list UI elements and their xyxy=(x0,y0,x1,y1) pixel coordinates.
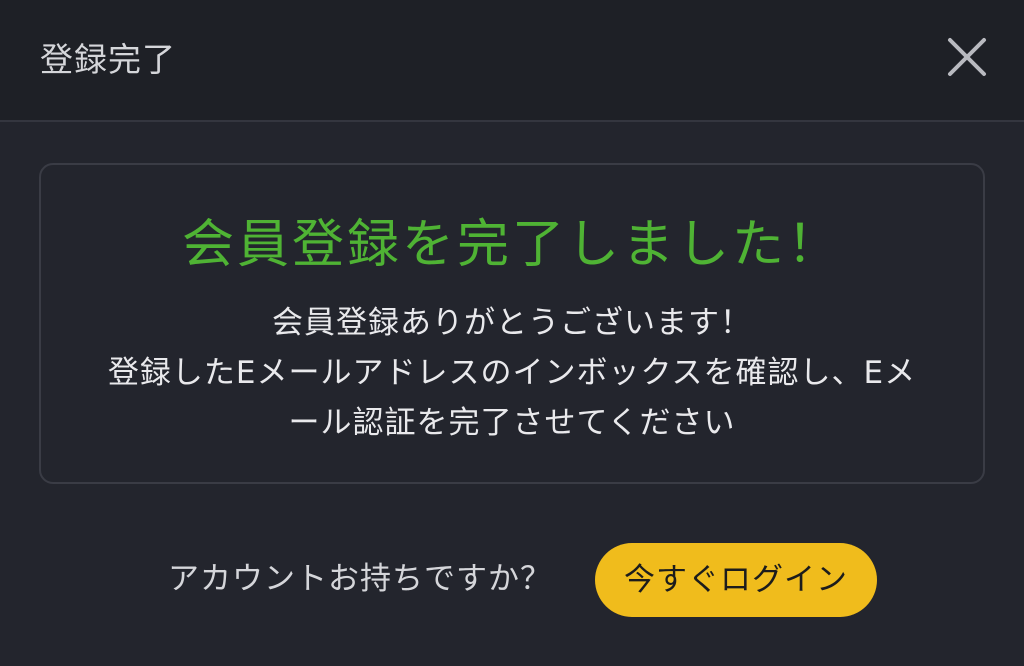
registration-complete-dialog: 登録完了 会員登録を完了しました！ 会員登録ありがとうございます！ 登録したEメ… xyxy=(0,0,1024,666)
message-line: 登録したEメールアドレスのインボックスを確認し、Eメ xyxy=(107,355,917,391)
message-line: 会員登録ありがとうございます！ xyxy=(272,305,752,341)
dialog-footer: アカウントお持ちですか？ 今すぐログイン xyxy=(0,543,1024,617)
message-line: ール認証を完了させてください xyxy=(288,405,736,441)
message-box: 会員登録を完了しました！ 会員登録ありがとうございます！ 登録したEメールアドレ… xyxy=(39,163,985,484)
dialog-header: 登録完了 xyxy=(0,0,1024,122)
login-now-button[interactable]: 今すぐログイン xyxy=(595,543,877,617)
dialog-title: 登録完了 xyxy=(40,40,176,79)
account-question: アカウントお持ちですか？ xyxy=(168,561,552,597)
close-icon xyxy=(948,38,986,76)
success-headline: 会員登録を完了しました！ xyxy=(181,215,842,275)
close-button[interactable] xyxy=(944,34,990,80)
message-body: 会員登録ありがとうございます！ 登録したEメールアドレスのインボックスを確認し、… xyxy=(71,298,953,448)
